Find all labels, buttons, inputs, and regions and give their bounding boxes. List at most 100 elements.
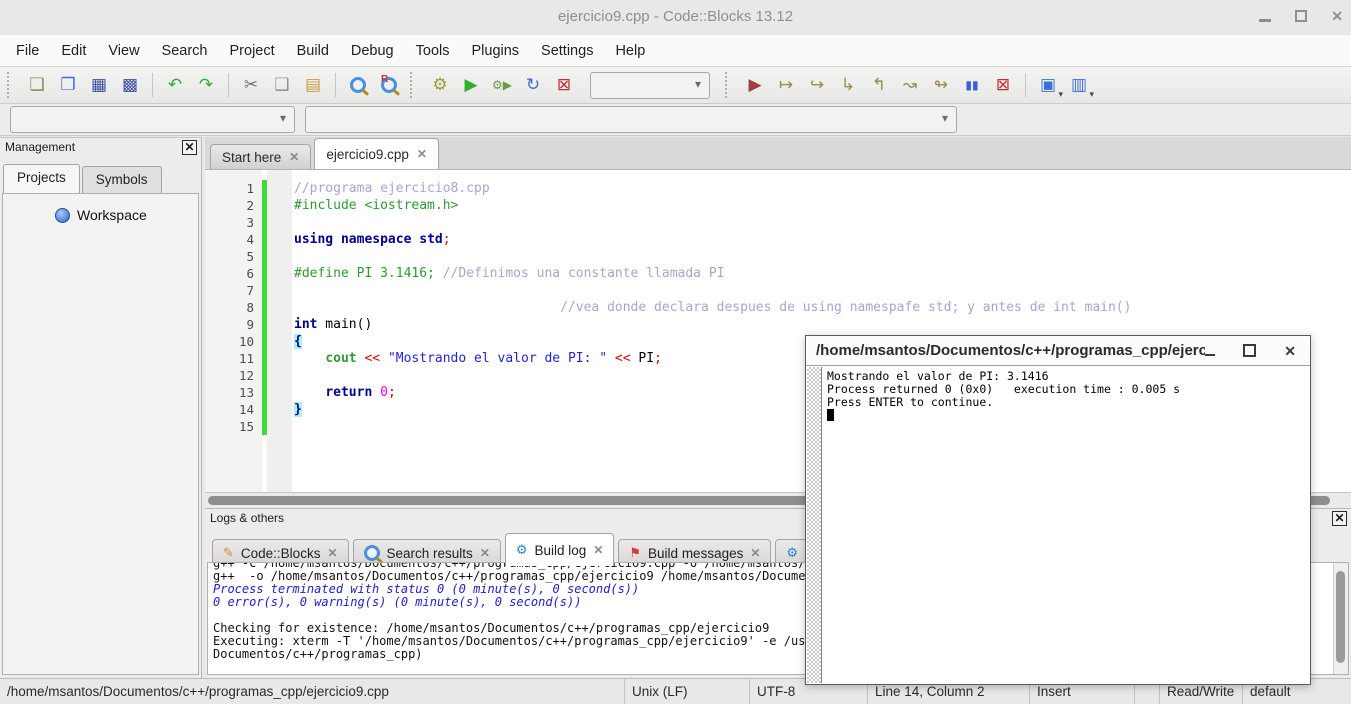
menu-build[interactable]: Build [286, 43, 340, 59]
fold-margin[interactable] [267, 231, 292, 248]
tab-ejercicio9-cpp[interactable]: ejercicio9.cpp✕ [314, 138, 439, 169]
tab-close-icon[interactable]: ✕ [327, 546, 337, 560]
line-ending: Unix (LF) [625, 679, 750, 704]
break-debugger-button[interactable]: ▮▮ [959, 72, 985, 98]
projects-tree: Workspace [2, 193, 199, 675]
find-button[interactable] [345, 72, 371, 98]
console-output: Mostrando el valor de PI: 3.1416Process … [827, 370, 1308, 421]
fold-margin[interactable] [267, 367, 292, 384]
step-into-button[interactable]: ↳ [835, 72, 861, 98]
toolbar-grip[interactable] [7, 72, 16, 98]
fold-margin[interactable] [267, 299, 292, 316]
edit-toolbar-group: ↶↷ [159, 72, 222, 98]
menu-settings[interactable]: Settings [530, 43, 604, 59]
save-button[interactable]: ▦ [86, 72, 112, 98]
paste-button[interactable]: ▤ [300, 72, 326, 98]
build-button[interactable]: ⚙ [427, 72, 453, 98]
management-panel: Management ✕ ProjectsSymbols Workspace [0, 137, 202, 678]
fold-margin[interactable] [267, 214, 292, 231]
save-icon: ▦ [91, 77, 107, 94]
debugging-windows-button[interactable]: ▣▾ [1035, 72, 1061, 98]
run-button[interactable]: ▶ [458, 72, 484, 98]
build-target-combo[interactable] [590, 72, 710, 99]
fold-margin[interactable] [267, 333, 292, 350]
new-file-button[interactable]: ❏ [24, 72, 50, 98]
console-title: /home/msantos/Documentos/c++/programas_c… [816, 342, 1205, 359]
step-into-instruction-button[interactable]: ↬ [928, 72, 954, 98]
tab-projects[interactable]: Projects [3, 164, 80, 193]
fold-margin[interactable] [267, 350, 292, 367]
logs-vscrollbar[interactable] [1333, 563, 1348, 674]
fold-margin[interactable] [267, 248, 292, 265]
tab-close-icon[interactable]: ✕ [750, 546, 760, 560]
fold-margin[interactable] [267, 316, 292, 333]
close-icon[interactable]: ✕ [1331, 9, 1343, 23]
abort-build-icon: ⊠ [557, 77, 571, 94]
stop-debugger-button[interactable]: ⊠ [990, 72, 1016, 98]
fold-margin[interactable] [267, 282, 292, 299]
console-window[interactable]: /home/msantos/Documentos/c++/programas_c… [805, 335, 1311, 685]
tab-close-icon[interactable]: ✕ [480, 546, 490, 560]
fold-margin[interactable] [267, 418, 292, 435]
tab-close-icon[interactable]: ✕ [417, 147, 427, 161]
menu-tools[interactable]: Tools [405, 43, 461, 59]
copy-button[interactable]: ❑ [269, 72, 295, 98]
debug-toolbar-group: ▶↦↪↳↰↝↬▮▮ ⊠ [739, 72, 1019, 98]
console-minimize-icon[interactable] [1205, 354, 1215, 356]
management-close-button[interactable]: ✕ [182, 140, 197, 155]
tab-symbols[interactable]: Symbols [82, 166, 162, 193]
fold-margin[interactable] [267, 384, 292, 401]
tab-close-icon[interactable]: ✕ [289, 150, 299, 164]
line-number: 15 [205, 418, 262, 435]
build-and-run-button[interactable]: ⚙▶ [489, 72, 515, 98]
stop-debugger-icon: ⊠ [996, 77, 1010, 94]
console-scrollbar[interactable] [807, 367, 822, 683]
step-out-button[interactable]: ↰ [866, 72, 892, 98]
replace-button[interactable]: R [376, 72, 402, 98]
run-to-cursor-button[interactable]: ↦ [773, 72, 799, 98]
menu-file[interactable]: File [5, 43, 50, 59]
console-close-icon[interactable]: ✕ [1284, 344, 1296, 358]
fold-margin[interactable] [267, 265, 292, 282]
scope-combo[interactable] [10, 106, 295, 133]
minimize-icon[interactable] [1259, 19, 1271, 22]
function-combo[interactable] [305, 106, 957, 133]
debug-continue-button[interactable]: ▶ [742, 72, 768, 98]
menu-edit[interactable]: Edit [50, 43, 97, 59]
undo-button[interactable]: ↶ [162, 72, 188, 98]
menu-project[interactable]: Project [219, 43, 286, 59]
cut-button[interactable]: ✂ [238, 72, 264, 98]
toolbar-grip[interactable] [725, 72, 734, 98]
next-line-button[interactable]: ↪ [804, 72, 830, 98]
code-line: 4using namespace std; [205, 231, 1351, 248]
console-title-bar[interactable]: /home/msantos/Documentos/c++/programas_c… [806, 336, 1310, 366]
tab-close-icon[interactable]: ✕ [593, 543, 603, 557]
fold-margin[interactable] [267, 401, 292, 418]
open-file-button[interactable]: ❐ [55, 72, 81, 98]
toolbar-separator [1025, 73, 1026, 97]
logs-vscrollbar-thumb[interactable] [1336, 571, 1345, 663]
toolbar-grip[interactable] [410, 72, 419, 98]
tab-build-log[interactable]: ⚙Build log✕ [505, 533, 615, 566]
menu-search[interactable]: Search [151, 43, 219, 59]
menu-view[interactable]: View [97, 43, 150, 59]
save-all-button[interactable]: ▩ [117, 72, 143, 98]
tab-start-here[interactable]: Start here✕ [210, 144, 311, 169]
console-maximize-icon[interactable] [1243, 344, 1256, 357]
fold-margin[interactable] [267, 180, 292, 197]
rebuild-button[interactable]: ↻ [520, 72, 546, 98]
menu-help[interactable]: Help [604, 43, 656, 59]
maximize-icon[interactable] [1295, 10, 1307, 22]
next-instruction-button[interactable]: ↝ [897, 72, 923, 98]
abort-build-button[interactable]: ⊠ [551, 72, 577, 98]
menu-debug[interactable]: Debug [340, 43, 405, 59]
workspace-item[interactable]: Workspace [55, 207, 198, 223]
redo-button[interactable]: ↷ [193, 72, 219, 98]
menu-plugins[interactable]: Plugins [460, 43, 530, 59]
replace-letter: R [381, 74, 388, 85]
line-number: 10 [205, 333, 262, 350]
various-info-button[interactable]: ▥▾ [1066, 72, 1092, 98]
console-body[interactable]: Mostrando el valor de PI: 3.1416Process … [806, 366, 1310, 684]
fold-margin[interactable] [267, 197, 292, 214]
logs-close-button[interactable]: ✕ [1332, 511, 1347, 526]
